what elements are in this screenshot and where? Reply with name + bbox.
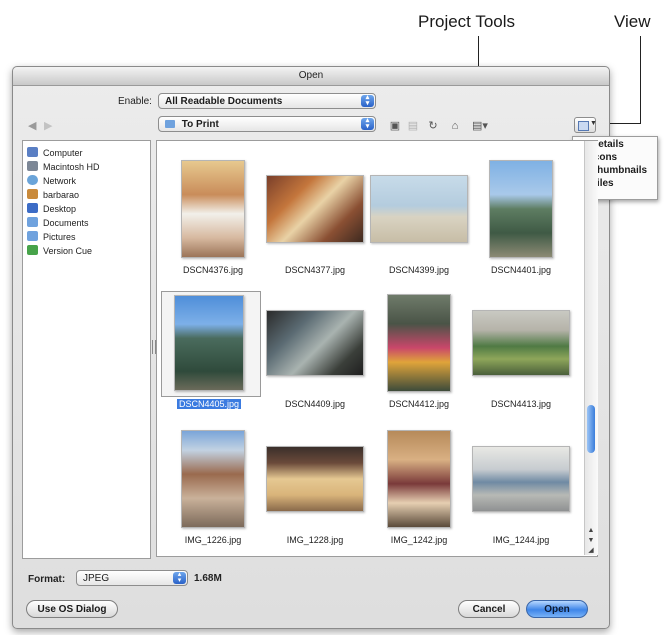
use-os-dialog-button[interactable]: Use OS Dialog	[26, 600, 118, 618]
photo-thumbnail	[181, 160, 245, 258]
enable-popup[interactable]: All Readable Documents ▴ ▾	[158, 93, 376, 109]
cancel-button[interactable]: Cancel	[458, 600, 520, 618]
location-popup[interactable]: To Print ▴ ▾	[158, 116, 376, 132]
scroll-up-arrow-icon[interactable]: ▲	[586, 526, 596, 535]
sidebar-item-label: barbarao	[43, 190, 80, 200]
file-browser: DSCN4376.jpg DSCN4377.jpg DSCN4399.jpg D…	[156, 140, 598, 557]
file-item[interactable]: DSCN4377.jpg	[265, 157, 365, 277]
popup-arrows-icon: ▴ ▾	[173, 571, 186, 584]
new-folder-icon[interactable]: ▣	[388, 120, 402, 132]
file-name: DSCN4413.jpg	[490, 399, 552, 409]
file-name: DSCN4405.jpg	[176, 399, 242, 409]
file-item[interactable]: IMG_1244.jpg	[471, 427, 571, 547]
photo-thumbnail	[174, 295, 244, 391]
photo-thumbnail	[472, 446, 570, 512]
sidebar: Computer Macintosh HD Network barbarao D…	[22, 140, 151, 559]
file-size: 1.68M	[194, 573, 222, 584]
photo-thumbnail	[472, 310, 570, 376]
sidebar-item-barbarao[interactable]: barbarao	[27, 189, 79, 203]
file-name: DSCN4377.jpg	[284, 265, 346, 275]
file-item-selected[interactable]: DSCN4405.jpg	[159, 291, 261, 411]
sidebar-item-label: Pictures	[43, 232, 76, 242]
project-tools-callout: Project Tools	[418, 12, 516, 31]
format-label: Format:	[28, 574, 66, 585]
view-button[interactable]: ▼	[574, 117, 597, 133]
sidebar-item-documents[interactable]: Documents	[27, 217, 89, 231]
sidebar-item-label: Computer	[43, 148, 83, 158]
sidebar-item-desktop[interactable]: Desktop	[27, 203, 76, 217]
format-value: JPEG	[83, 573, 110, 584]
location-value: To Print	[181, 119, 219, 130]
sidebar-item-label: Macintosh HD	[43, 162, 100, 172]
file-item[interactable]: DSCN4412.jpg	[369, 291, 469, 411]
enable-value: All Readable Documents	[165, 96, 283, 107]
file-name: IMG_1228.jpg	[286, 535, 344, 545]
hard-drive-icon	[27, 161, 38, 171]
view-callout: View	[614, 12, 651, 31]
file-name: DSCN4399.jpg	[388, 265, 450, 275]
photo-thumbnail	[370, 175, 468, 243]
open-button[interactable]: Open	[526, 600, 588, 618]
desktop-icon	[27, 203, 38, 213]
photo-thumbnail	[266, 175, 364, 243]
sidebar-item-computer[interactable]: Computer	[27, 147, 83, 161]
file-item[interactable]: DSCN4399.jpg	[369, 157, 469, 277]
enable-label: Enable:	[118, 96, 152, 107]
photo-thumbnail	[387, 294, 451, 392]
scroll-thumb[interactable]	[587, 405, 595, 453]
photo-thumbnail	[387, 430, 451, 528]
sidebar-item-network[interactable]: Network	[27, 175, 76, 189]
photo-thumbnail	[489, 160, 553, 258]
computer-icon	[27, 147, 38, 157]
version-cue-icon	[27, 245, 38, 255]
refresh-icon[interactable]: ↻	[426, 120, 440, 132]
photo-thumbnail	[266, 310, 364, 376]
photo-thumbnail	[266, 446, 364, 512]
folder-icon	[27, 217, 38, 227]
project-tools-icon[interactable]: ▤▾	[470, 120, 490, 132]
file-item[interactable]: IMG_1228.jpg	[265, 427, 365, 547]
sidebar-item-label: Documents	[43, 218, 89, 228]
sidebar-item-version-cue[interactable]: Version Cue	[27, 245, 92, 259]
file-item[interactable]: DSCN4409.jpg	[265, 291, 365, 411]
dialog-title: Open	[13, 67, 609, 86]
sidebar-item-label: Network	[43, 176, 77, 186]
format-popup[interactable]: JPEG ▴ ▾	[76, 570, 188, 586]
trash-icon[interactable]: ⌂	[448, 120, 462, 132]
network-globe-icon	[27, 175, 38, 185]
file-item[interactable]: DSCN4376.jpg	[163, 157, 263, 277]
file-name: DSCN4409.jpg	[284, 399, 346, 409]
file-item[interactable]: DSCN4401.jpg	[471, 157, 571, 277]
vertical-scrollbar[interactable]	[584, 141, 598, 555]
file-name: DSCN4412.jpg	[388, 399, 450, 409]
file-name: IMG_1244.jpg	[492, 535, 550, 545]
chevron-down-icon: ▼	[590, 120, 597, 127]
photo-thumbnail	[181, 430, 245, 528]
forward-arrow-icon[interactable]: ▶	[44, 119, 52, 132]
folder-up-icon[interactable]: ▤	[406, 120, 420, 132]
file-item[interactable]: IMG_1226.jpg	[163, 427, 263, 547]
folder-icon	[165, 120, 175, 128]
file-item[interactable]: DSCN4413.jpg	[471, 291, 571, 411]
popup-arrows-icon: ▴ ▾	[361, 94, 374, 107]
home-icon	[27, 189, 38, 199]
file-item[interactable]: IMG_1242.jpg	[369, 427, 469, 547]
file-name: DSCN4401.jpg	[490, 265, 552, 275]
scroll-down-arrow-icon[interactable]: ▼	[586, 536, 596, 545]
resize-corner-icon[interactable]: ◢	[586, 546, 596, 555]
sidebar-item-label: Version Cue	[43, 246, 93, 256]
back-arrow-icon[interactable]: ◀	[28, 119, 36, 132]
popup-arrows-icon: ▴ ▾	[361, 117, 374, 130]
view-menu-item-thumbnails[interactable]: Thumbnails	[591, 165, 647, 176]
file-name: IMG_1226.jpg	[184, 535, 242, 545]
sidebar-item-pictures[interactable]: Pictures	[27, 231, 76, 245]
file-name: DSCN4376.jpg	[182, 265, 244, 275]
folder-icon	[27, 231, 38, 241]
view-callout-line	[640, 36, 641, 124]
sidebar-item-label: Desktop	[43, 204, 77, 214]
sidebar-item-macintosh-hd[interactable]: Macintosh HD	[27, 161, 100, 175]
view-thumbnails-icon	[578, 121, 589, 131]
file-name: IMG_1242.jpg	[390, 535, 448, 545]
